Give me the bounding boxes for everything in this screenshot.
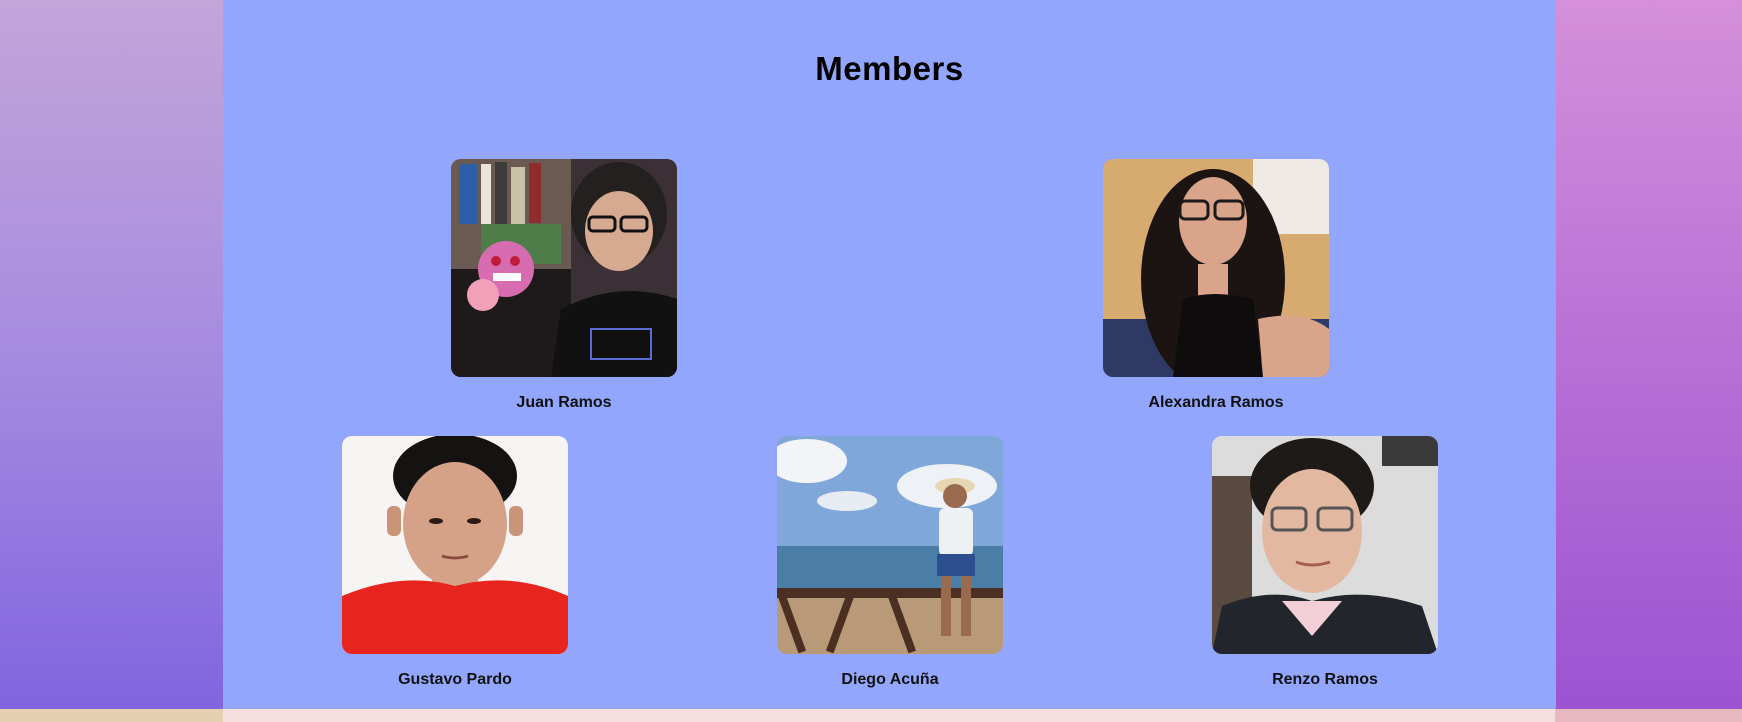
member-photo-image bbox=[451, 159, 677, 377]
member-name: Renzo Ramos bbox=[1272, 671, 1378, 688]
members-section: Members Juan Ramos Alexandra Ramos Gusta… bbox=[223, 0, 1556, 709]
member-name: Gustavo Pardo bbox=[398, 671, 512, 688]
footer-strip bbox=[0, 709, 1742, 722]
background-right-panel bbox=[1555, 0, 1742, 722]
member-card-5: Renzo Ramos bbox=[1212, 436, 1438, 689]
member-photo bbox=[451, 159, 677, 377]
footer-strip-right bbox=[1555, 709, 1742, 722]
member-name: Juan Ramos bbox=[516, 394, 612, 411]
member-name: Alexandra Ramos bbox=[1148, 394, 1284, 411]
member-photo-image bbox=[777, 436, 1003, 654]
section-title: Members bbox=[815, 50, 964, 87]
footer-strip-left bbox=[0, 709, 223, 722]
member-photo bbox=[777, 436, 1003, 654]
member-card-2: Alexandra Ramos bbox=[1103, 159, 1329, 412]
member-photo bbox=[342, 436, 568, 654]
member-card-4: Diego Acuña bbox=[777, 436, 1003, 689]
member-photo bbox=[1103, 159, 1329, 377]
member-photo-image bbox=[342, 436, 568, 654]
member-name: Diego Acuña bbox=[841, 671, 939, 688]
member-photo bbox=[1212, 436, 1438, 654]
member-card-1: Juan Ramos bbox=[451, 159, 677, 412]
member-photo-image bbox=[1212, 436, 1438, 654]
member-photo-image bbox=[1103, 159, 1329, 377]
member-card-3: Gustavo Pardo bbox=[342, 436, 568, 689]
